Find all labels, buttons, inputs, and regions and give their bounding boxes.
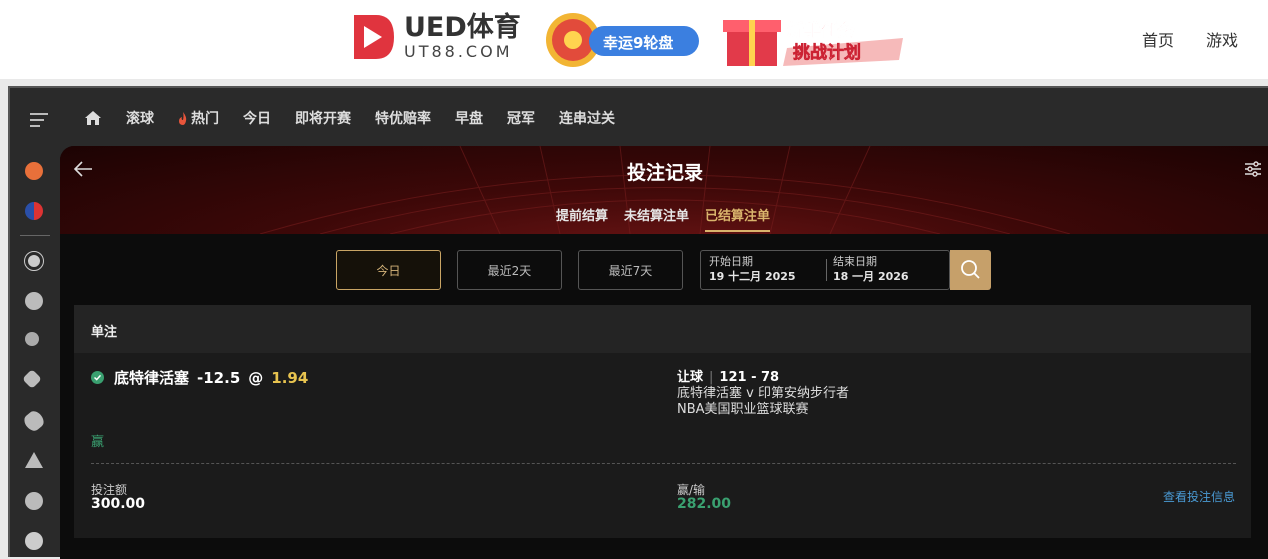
menu-icon[interactable] — [30, 113, 48, 131]
page-banner: 投注记录 提前结算 未结算注单 已结算注单 — [60, 146, 1268, 234]
site-header: UED体育 UT88.COM 幸运9轮盘 新手任务 挑战计划 首页 游戏 — [0, 0, 1268, 79]
bet-records-panel: 投注记录 提前结算 未结算注单 已结算注单 今日 最近2天 最近7天 开始日期 … — [60, 146, 1268, 559]
bet-selection: 底特律活塞 -12.5 @ 1.94 — [91, 367, 308, 388]
start-date-value: 19 十二月 2025 — [709, 270, 796, 283]
date-separator — [826, 259, 827, 281]
end-date[interactable]: 结束日期 18 一月 2026 — [833, 254, 909, 284]
tab-unsettled[interactable]: 未结算注单 — [624, 205, 689, 232]
rugby-icon[interactable] — [21, 408, 47, 434]
end-date-value: 18 一月 2026 — [833, 270, 909, 283]
billiards-icon[interactable] — [25, 452, 43, 468]
winloss-value: 282.00 — [677, 496, 732, 512]
bet-at: @ — [248, 368, 264, 387]
logo-subtitle: UT88.COM — [404, 42, 513, 61]
nav-live[interactable]: 滚球 — [126, 108, 154, 128]
newbie-task-banner[interactable]: 新手任务 挑战计划 — [723, 8, 908, 72]
basketball-icon[interactable] — [25, 292, 43, 310]
nav-upcoming[interactable]: 即将开赛 — [295, 108, 351, 128]
tab-settled[interactable]: 已结算注单 — [705, 205, 771, 232]
stake-value: 300.00 — [91, 496, 146, 512]
match-name: 底特律活塞 v 印第安纳步行者 — [677, 386, 849, 401]
lucky-wheel-banner[interactable]: 幸运9轮盘 — [543, 10, 703, 70]
promo2-line1: 新手任务 — [787, 20, 856, 41]
bet-result: 赢 — [91, 435, 105, 450]
nav-special-odds[interactable]: 特优赔率 — [375, 108, 431, 128]
logo-mark-icon — [354, 15, 394, 59]
search-icon — [961, 260, 980, 279]
view-bet-details-link[interactable]: 查看投注信息 — [1163, 488, 1235, 505]
nav-today[interactable]: 今日 — [243, 108, 271, 128]
bet-team: 底特律活塞 — [114, 369, 190, 387]
promo2-line2: 挑战计划 — [793, 42, 861, 63]
page-title: 投注记录 — [626, 162, 703, 184]
nav-parlay[interactable]: 连串过关 — [559, 108, 615, 128]
nav-home[interactable]: 首页 — [1142, 27, 1174, 51]
start-date[interactable]: 开始日期 19 十二月 2025 — [709, 254, 796, 284]
badminton-icon[interactable] — [22, 369, 42, 389]
end-date-label: 结束日期 — [833, 255, 877, 268]
nav-early[interactable]: 早盘 — [455, 108, 483, 128]
settings-sliders-icon[interactable] — [1244, 160, 1262, 178]
nav-outright[interactable]: 冠军 — [507, 108, 535, 128]
soccer-ball-icon[interactable] — [25, 162, 43, 180]
nba-icon[interactable] — [25, 202, 43, 220]
filter-2days-button[interactable]: 最近2天 — [457, 250, 562, 290]
filter-today-button[interactable]: 今日 — [336, 250, 441, 290]
promo1-text: 幸运9轮盘 — [603, 34, 673, 52]
home-icon[interactable] — [84, 110, 102, 126]
search-button[interactable] — [950, 250, 991, 290]
date-range-picker[interactable]: 开始日期 19 十二月 2025 结束日期 18 一月 2026 — [700, 250, 950, 290]
logo[interactable]: UED体育 UT88.COM — [350, 12, 521, 62]
card-divider — [91, 463, 1236, 464]
start-date-label: 开始日期 — [709, 255, 753, 268]
league-name: NBA美国职业篮球联赛 — [677, 402, 809, 417]
bet-type-header: 单注 — [74, 305, 1251, 353]
volleyball-icon[interactable] — [25, 532, 43, 550]
bet-handicap: -12.5 — [197, 368, 241, 387]
nav-hot-label: 热门 — [191, 111, 219, 127]
tennis-icon[interactable] — [25, 332, 39, 346]
soccer-icon[interactable] — [24, 251, 44, 271]
bet-card: 单注 底特律活塞 -12.5 @ 1.94 赢 让球 | 121 - 78 底特律活… — [74, 305, 1251, 538]
match-info: 让球 | 121 - 78 底特律活塞 v 印第安纳步行者 NBA美国职业篮球联赛 — [677, 370, 849, 417]
logo-title: UED体育 — [404, 12, 521, 43]
nav-games[interactable]: 游戏 — [1206, 27, 1238, 51]
check-circle-icon — [91, 371, 104, 384]
filter-7days-button[interactable]: 最近7天 — [578, 250, 683, 290]
bet-status-tabs: 提前结算 未结算注单 已结算注单 — [556, 205, 786, 232]
flame-icon — [179, 111, 187, 125]
nav-hot[interactable]: 热门 — [178, 108, 219, 128]
market-type: 让球 — [677, 370, 704, 385]
sport-nav: 滚球 热门 今日 即将开赛 特优赔率 早盘 冠军 连串过关 — [84, 88, 639, 148]
bet-odds: 1.94 — [271, 368, 309, 387]
final-score: 121 - 78 — [719, 370, 780, 385]
table-tennis-icon[interactable] — [25, 492, 43, 510]
sportsbook-app: 滚球 热门 今日 即将开赛 特优赔率 早盘 冠军 连串过关 投注记录 提前结算 … — [8, 86, 1268, 559]
sidebar-divider — [20, 235, 50, 236]
tab-cashout[interactable]: 提前结算 — [556, 205, 608, 232]
